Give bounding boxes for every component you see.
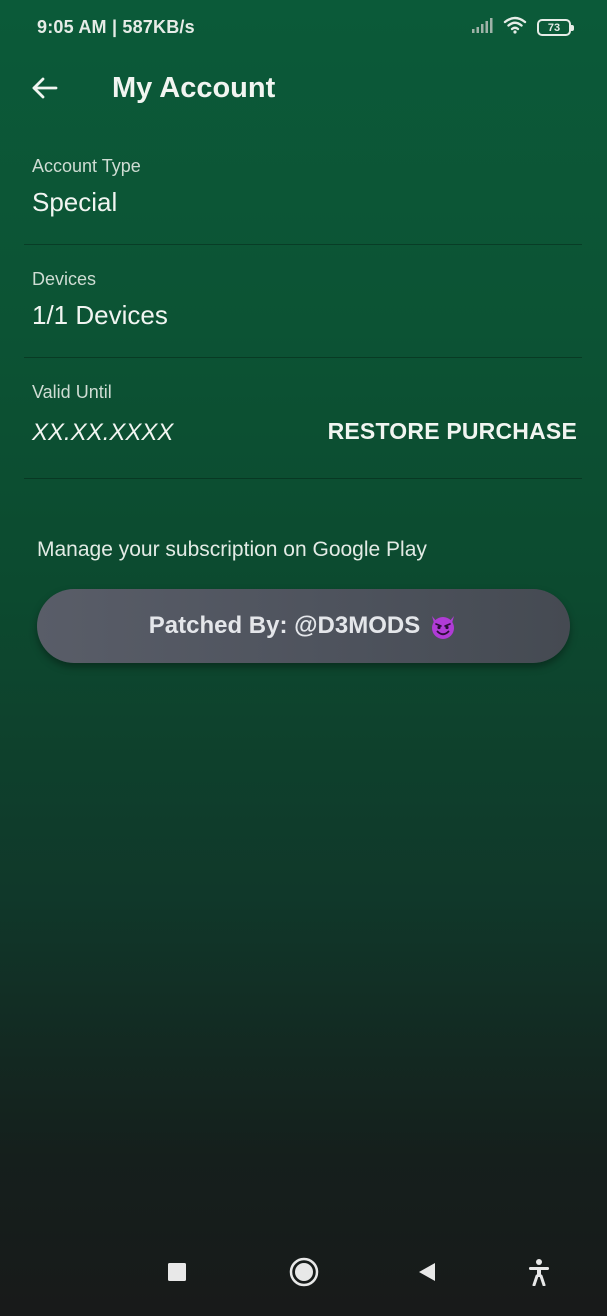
account-type-label: Account Type bbox=[32, 156, 141, 176]
devices-value: 1/1 Devices bbox=[32, 300, 168, 330]
back-nav-button[interactable] bbox=[405, 1252, 449, 1296]
recents-square-icon bbox=[167, 1262, 187, 1287]
devices-row: Devices 1/1 Devices bbox=[24, 257, 582, 358]
system-nav-bar bbox=[0, 1244, 607, 1316]
accessibility-button[interactable] bbox=[517, 1252, 561, 1296]
status-bar: 9:05 AM | 587KB/s 73 bbox=[0, 0, 607, 56]
valid-until-row: Valid Until XX.XX.XXXX RESTORE PURCHASE bbox=[24, 370, 582, 479]
home-circle-icon bbox=[289, 1257, 319, 1292]
account-type-value: Special bbox=[32, 187, 118, 217]
status-time-speed: 9:05 AM | 587KB/s bbox=[37, 17, 195, 37]
page-title: My Account bbox=[112, 72, 276, 104]
battery-level: 73 bbox=[547, 21, 561, 34]
battery-icon: 73 bbox=[537, 19, 574, 36]
devil-emoji-icon bbox=[428, 612, 458, 640]
devices-label: Devices bbox=[32, 269, 97, 289]
valid-until-value: XX.XX.XXXX bbox=[32, 419, 174, 446]
patched-by-button[interactable]: Patched By: @D3MODS bbox=[37, 589, 570, 663]
restore-purchase-button[interactable]: RESTORE PURCHASE bbox=[328, 418, 577, 445]
accessibility-icon bbox=[527, 1258, 551, 1291]
status-icons: 73 bbox=[471, 16, 574, 39]
signal-icon bbox=[471, 17, 493, 38]
back-triangle-icon bbox=[416, 1261, 438, 1288]
manage-subscription-text: Manage your subscription on Google Play bbox=[37, 538, 427, 561]
arrow-left-icon bbox=[30, 76, 58, 105]
home-button[interactable] bbox=[282, 1252, 326, 1296]
recents-button[interactable] bbox=[155, 1252, 199, 1296]
wifi-icon bbox=[503, 16, 527, 39]
account-type-row: Account Type Special bbox=[24, 144, 582, 245]
app-bar: My Account bbox=[0, 62, 607, 118]
valid-until-label: Valid Until bbox=[32, 382, 112, 402]
screen: 9:05 AM | 587KB/s 73 My Account Account … bbox=[0, 0, 607, 1316]
back-button[interactable] bbox=[24, 70, 64, 110]
patched-by-label: Patched By: @D3MODS bbox=[148, 612, 421, 639]
